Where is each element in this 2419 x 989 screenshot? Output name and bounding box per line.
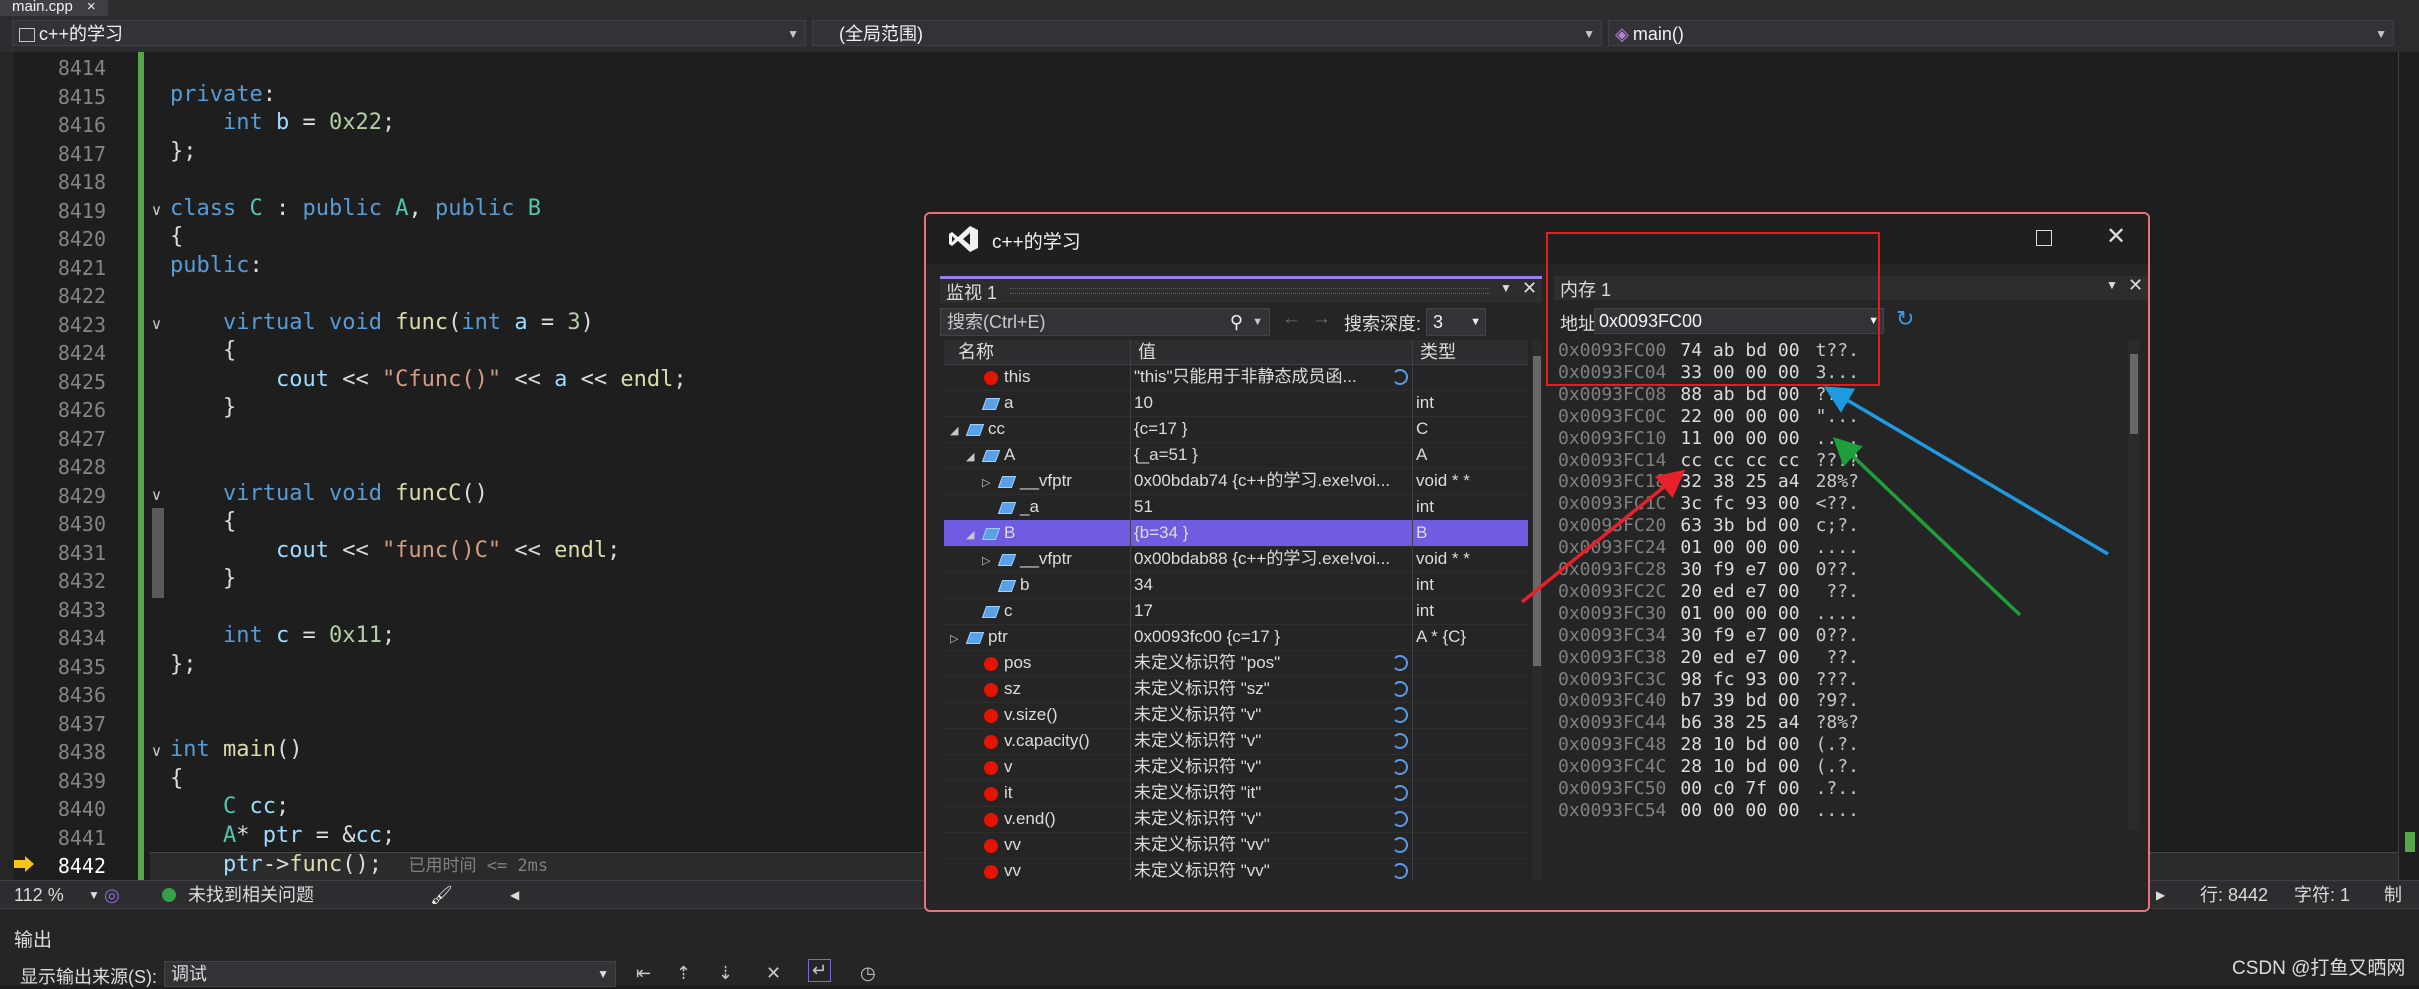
red-arrow (1520, 469, 1686, 604)
annotation-arrows (1520, 386, 2109, 617)
green-arrow (1832, 437, 2022, 617)
